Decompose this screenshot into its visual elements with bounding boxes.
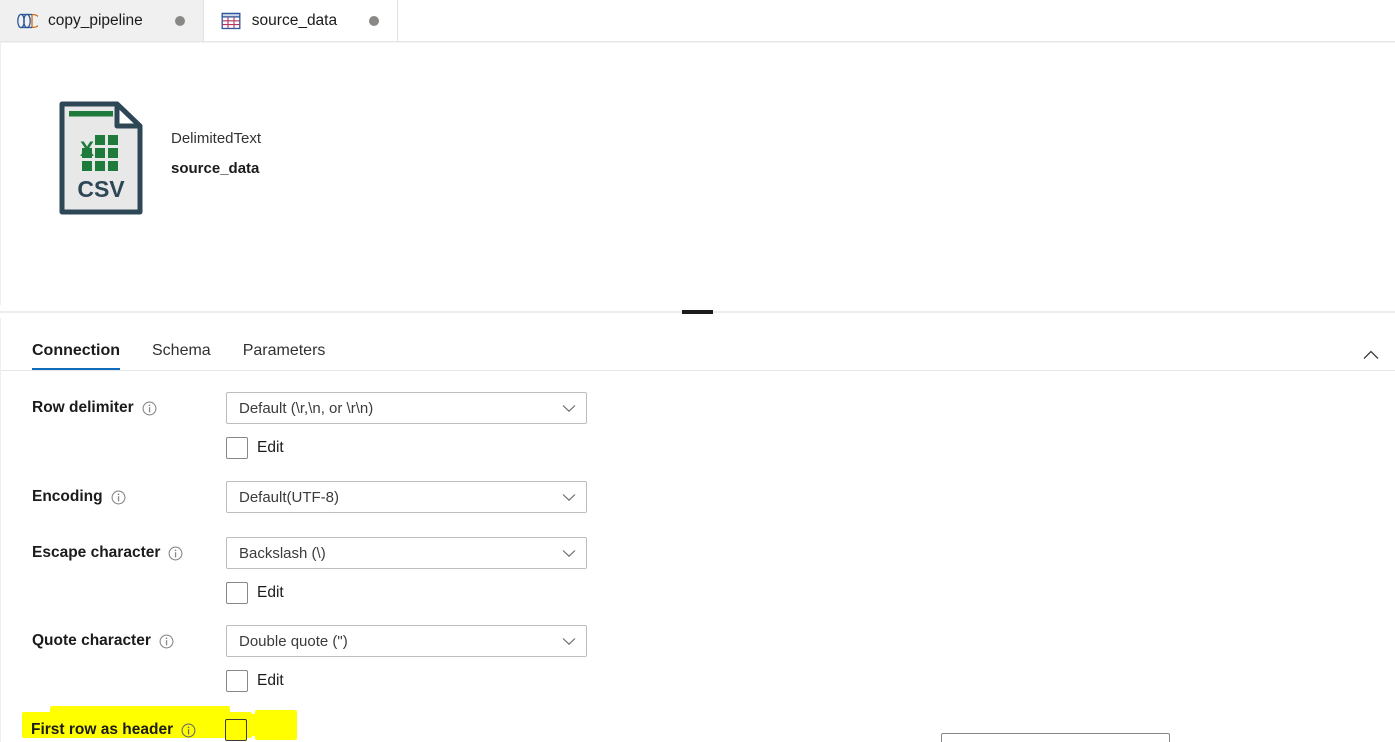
info-icon[interactable]: [181, 723, 196, 738]
quote-character-edit-checkbox[interactable]: [226, 670, 248, 692]
encoding-label-text: Encoding: [32, 488, 103, 505]
chevron-up-icon: [1363, 347, 1379, 365]
row-delimiter-dropdown[interactable]: Default (\r,\n, or \r\n): [226, 392, 587, 424]
horizontal-splitter-grip[interactable]: [682, 309, 713, 314]
dataset-identity: X CSV DelimitedText source_data: [57, 100, 261, 216]
encoding-value: Default(UTF-8): [239, 488, 340, 506]
csv-icon-label: CSV: [77, 176, 125, 202]
field-escape-character: Escape character Backslash (\) Edit: [1, 537, 587, 605]
escape-character-label: Escape character: [1, 537, 226, 569]
first-row-as-header-checkbox[interactable]: [225, 719, 247, 741]
row-delimiter-value: Default (\r,\n, or \r\n): [239, 399, 374, 417]
dataset-type-label: DelimitedText: [171, 130, 262, 147]
row-delimiter-edit-checkbox[interactable]: [226, 437, 248, 459]
tab-connection-label: Connection: [32, 342, 120, 359]
escape-character-value: Backslash (\): [239, 544, 326, 562]
escape-character-dropdown[interactable]: Backslash (\): [226, 537, 587, 569]
quote-character-value: Double quote ("): [239, 632, 348, 650]
connection-form: Row delimiter Default (\r,\n, or \r\n) E…: [0, 371, 1395, 742]
info-icon[interactable]: [111, 490, 126, 505]
tab-parameters[interactable]: Parameters: [243, 342, 326, 371]
quote-character-edit-row: Edit: [226, 669, 587, 693]
tab-unsaved-dot: [174, 16, 185, 26]
info-icon[interactable]: [142, 401, 157, 416]
tab-strip-filler: [398, 0, 1395, 42]
tab-schema-label: Schema: [152, 342, 211, 359]
escape-character-edit-checkbox[interactable]: [226, 582, 248, 604]
quote-character-label: Quote character: [1, 625, 226, 657]
first-row-as-header-control: [225, 714, 247, 742]
chevron-down-icon: [562, 538, 576, 568]
quote-character-label-text: Quote character: [32, 632, 151, 649]
dataset-header-panel: X CSV DelimitedText source_data: [0, 42, 1395, 311]
tab-connection[interactable]: Connection: [32, 342, 120, 371]
row-delimiter-label: Row delimiter: [1, 392, 226, 424]
csv-file-icon: X CSV: [57, 100, 145, 216]
chevron-down-icon: [562, 393, 576, 423]
quote-character-control: Double quote (") Edit: [226, 625, 587, 693]
collapse-panel-button[interactable]: [1355, 340, 1387, 372]
first-row-as-header-label-text: First row as header: [31, 721, 174, 738]
properties-tab-bar: Connection Schema Parameters: [0, 318, 1395, 371]
row-delimiter-edit-row: Edit: [226, 436, 587, 460]
row-delimiter-control: Default (\r,\n, or \r\n) Edit: [226, 392, 587, 460]
encoding-dropdown[interactable]: Default(UTF-8): [226, 481, 587, 513]
tab-parameters-label: Parameters: [242, 342, 326, 359]
info-icon[interactable]: [168, 546, 183, 561]
encoding-label: Encoding: [1, 481, 226, 513]
field-first-row-as-header: First row as header: [0, 714, 247, 742]
info-icon[interactable]: [159, 634, 174, 649]
encoding-control: Default(UTF-8): [226, 481, 587, 513]
chevron-down-icon: [562, 626, 576, 656]
dataset-name-label: source_data: [171, 159, 260, 177]
field-encoding: Encoding Default(UTF-8): [1, 481, 587, 513]
escape-character-edit-row: Edit: [226, 581, 587, 605]
escape-character-control: Backslash (\) Edit: [226, 537, 587, 605]
row-delimiter-label-text: Row delimiter: [32, 399, 134, 416]
tab-label: source_data: [251, 12, 338, 29]
tab-copy-pipeline[interactable]: copy_pipeline: [0, 0, 204, 42]
chevron-down-icon: [562, 482, 576, 512]
dataset-identity-text: DelimitedText source_data: [171, 100, 261, 180]
field-row-delimiter: Row delimiter Default (\r,\n, or \r\n) E…: [1, 392, 587, 460]
quote-character-edit-label: Edit: [257, 672, 284, 689]
table-icon: [220, 10, 242, 32]
panel-splitter: [0, 305, 1395, 318]
vertical-scrollbar[interactable]: [1381, 371, 1395, 742]
tab-label: copy_pipeline: [48, 12, 143, 29]
quote-character-dropdown[interactable]: Double quote ("): [226, 625, 587, 657]
tab-schema[interactable]: Schema: [152, 342, 211, 371]
tab-source-data[interactable]: source_data: [203, 0, 399, 42]
editor-tab-strip: copy_pipeline source_data: [0, 0, 1395, 42]
tab-unsaved-dot: [369, 16, 380, 26]
dataset-editor-window: copy_pipeline source_data CSV DelimitedT…: [0, 0, 1395, 742]
highlight-annotation: [255, 710, 297, 740]
field-quote-character: Quote character Double quote (") Edit: [1, 625, 587, 693]
escape-character-label-text: Escape character: [32, 544, 161, 561]
pipeline-icon: [16, 10, 38, 32]
escape-character-edit-label: Edit: [257, 584, 284, 601]
partial-text-input[interactable]: [941, 733, 1170, 742]
row-delimiter-edit-label: Edit: [257, 439, 284, 456]
first-row-as-header-label: First row as header: [0, 714, 225, 742]
